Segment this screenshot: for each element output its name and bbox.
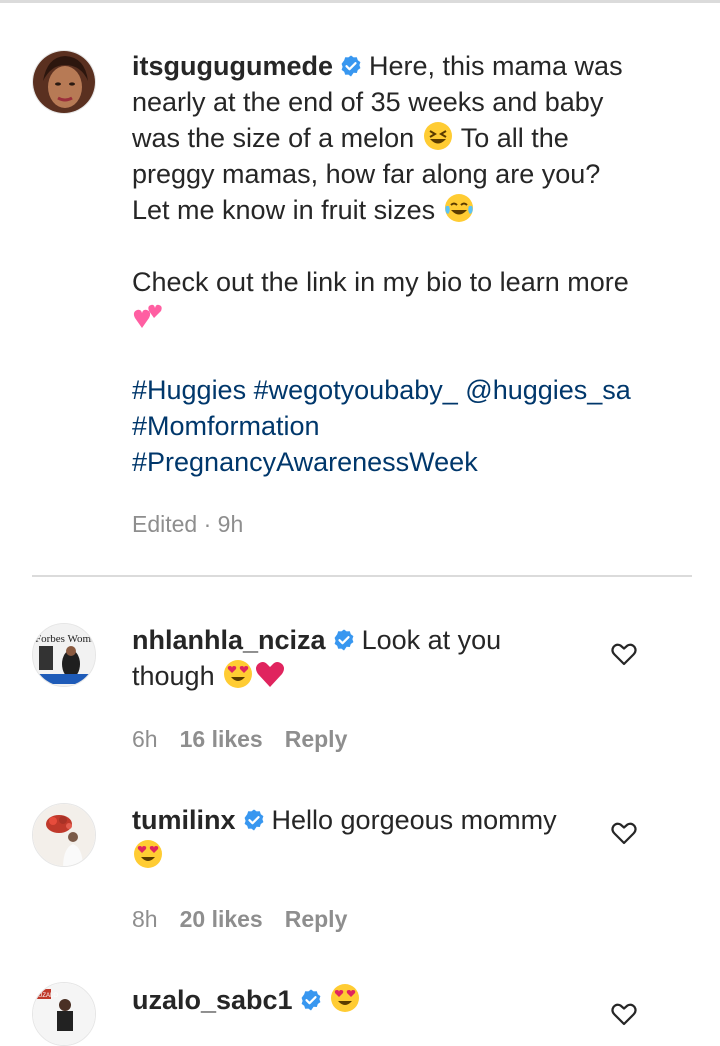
verified-badge-icon (334, 629, 353, 651)
hashtag-link[interactable]: #wegotyoubaby_ (254, 375, 458, 405)
like-heart-icon[interactable] (610, 819, 638, 847)
avatar[interactable]: UZALO (32, 982, 96, 1046)
heart-eyes-emoji-icon (134, 840, 162, 868)
post-username[interactable]: itsgugugumede (132, 51, 333, 81)
like-heart-icon[interactable] (610, 640, 638, 668)
comment-username[interactable]: uzalo_sabc1 (132, 985, 293, 1015)
tears-of-joy-emoji-icon (444, 194, 473, 222)
comment-username[interactable]: nhlanhla_nciza (132, 625, 326, 655)
comment-text: uzalo_sabc1 (132, 982, 642, 1018)
hashtag-link[interactable]: #Momformation (132, 411, 320, 441)
comment-body: Hello gorgeous mommy (271, 805, 557, 835)
likes-count[interactable]: 20 likes (180, 906, 263, 932)
likes-count[interactable]: 16 likes (180, 726, 263, 752)
post-meta: Edited · 9h (132, 511, 244, 537)
comment-body: Look at you (361, 625, 502, 655)
comment-text: nhlanhla_nciza Look at you though (132, 622, 642, 694)
comment-username[interactable]: tumilinx (132, 805, 236, 835)
section-divider (32, 575, 692, 577)
avatar-text: UZALO (38, 993, 58, 999)
verified-badge-icon (341, 55, 361, 77)
reply-button[interactable]: Reply (285, 906, 348, 932)
verified-badge-icon (301, 989, 320, 1011)
reply-button[interactable]: Reply (285, 726, 348, 752)
two-hearts-emoji-icon (133, 304, 162, 328)
avatar[interactable] (32, 803, 96, 867)
heart-eyes-emoji-icon (224, 660, 253, 688)
comment-time: 8h (132, 906, 158, 932)
comment-meta: 6h 16 likes Reply (132, 724, 369, 754)
mention-link[interactable]: @huggies_sa (465, 375, 631, 405)
avatar[interactable] (32, 50, 96, 114)
avatar[interactable]: Forbes Woman (32, 623, 96, 687)
caption-line-3: Check out the link in my bio to learn mo… (132, 267, 629, 297)
comment-text: tumilinx Hello gorgeous mommy (132, 802, 642, 874)
grinning-squinting-emoji-icon (423, 122, 452, 150)
comment-time: 6h (132, 726, 158, 752)
verified-badge-icon (244, 809, 263, 831)
top-divider (0, 0, 720, 3)
avatar-text: Forbes Woman (35, 633, 96, 645)
heart-eyes-emoji-icon (330, 984, 359, 1012)
hashtag-link[interactable]: #Huggies (132, 375, 246, 405)
like-heart-icon[interactable] (610, 1000, 638, 1028)
comment-body: though (132, 661, 215, 691)
hashtags: #Huggies #wegotyoubaby_ @huggies_sa #Mom… (132, 372, 642, 480)
caption-text: itsgugugumede Here, this mama was nearly … (132, 48, 642, 480)
hashtag-link[interactable]: #PregnancyAwarenessWeek (132, 447, 478, 477)
red-heart-emoji-icon (256, 662, 285, 687)
comment-meta: 8h 20 likes Reply (132, 904, 369, 934)
